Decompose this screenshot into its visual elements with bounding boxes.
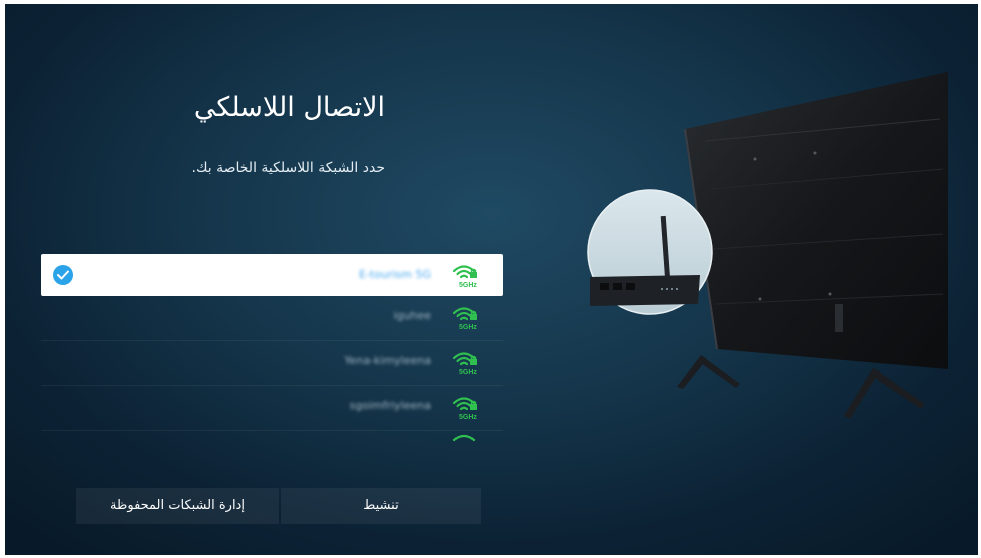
band-label: 5GHz xyxy=(459,282,477,289)
page-subtitle: حدد الشبكة اللاسلكية الخاصة بك. xyxy=(191,160,385,176)
band-label: 5GHz xyxy=(459,324,477,331)
wifi-locked-icon: 5GHz xyxy=(451,260,481,290)
manage-saved-networks-button[interactable]: إدارة الشبكات المحفوظة xyxy=(76,488,279,524)
tv-back-panel xyxy=(685,72,948,369)
band-label: 5GHz xyxy=(459,414,477,421)
network-item[interactable]: sgoimfriyleena 5GHz xyxy=(41,386,503,431)
wifi-locked-icon: 5GHz xyxy=(451,392,481,422)
page-title: الاتصال اللاسلكي xyxy=(193,92,385,123)
network-name: E-tourism 5G xyxy=(359,268,431,281)
check-circle-icon xyxy=(53,265,73,285)
tv-router-illustration xyxy=(565,59,978,439)
network-name: iguhee xyxy=(393,309,431,322)
wifi-icon xyxy=(451,431,481,444)
network-item[interactable]: Yena-kimyleena 5GHz xyxy=(41,341,503,386)
router-body xyxy=(590,275,700,306)
wireless-setup-screen: الاتصال اللاسلكي حدد الشبكة اللاسلكية ال… xyxy=(5,4,978,555)
network-item-partial[interactable] xyxy=(41,431,503,444)
network-item[interactable]: iguhee 5GHz xyxy=(41,296,503,341)
wifi-locked-icon: 5GHz xyxy=(451,302,481,332)
network-name: sgoimfriyleena xyxy=(349,399,431,412)
activate-button[interactable]: تنشيط xyxy=(281,488,481,524)
network-name: Yena-kimyleena xyxy=(344,354,431,367)
wifi-locked-icon: 5GHz xyxy=(451,347,481,377)
network-list: E-tourism 5G 5GHz iguhee 5GHz Yena-kimyl… xyxy=(41,254,503,444)
band-label: 5GHz xyxy=(459,369,477,376)
network-item-selected[interactable]: E-tourism 5G 5GHz xyxy=(41,254,503,296)
